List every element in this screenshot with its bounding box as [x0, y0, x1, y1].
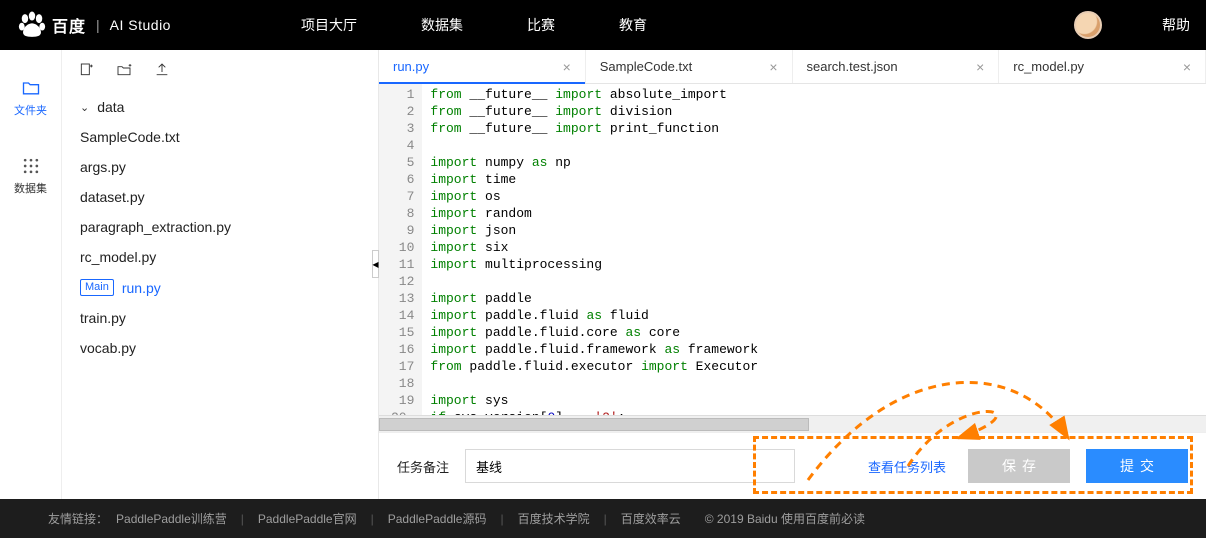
brand-separator: | [96, 17, 100, 33]
view-tasks-link[interactable]: 查看任务列表 [868, 457, 946, 476]
side-rail: 文件夹 数据集 [0, 50, 62, 499]
tree-root-data[interactable]: ⌄ data [62, 92, 378, 122]
logo[interactable]: 百度 | AI Studio [16, 9, 171, 41]
datasets-icon [21, 156, 41, 176]
tab-samplecode[interactable]: SampleCode.txt× [586, 50, 793, 83]
main: 文件夹 数据集 ⌄ data SampleCode.txt args.py da… [0, 50, 1206, 499]
close-icon[interactable]: × [563, 59, 571, 75]
upload-icon[interactable] [154, 62, 170, 78]
friendlinks-label: 友情链接： [48, 510, 108, 527]
copyright: © 2019 Baidu 使用百度前必读 [705, 510, 865, 527]
link-baidu-tech[interactable]: 百度技术学院 [518, 510, 590, 527]
rail-files-label: 文件夹 [0, 102, 61, 118]
nav-item-dataset[interactable]: 数据集 [421, 15, 463, 35]
code[interactable]: from __future__ import absolute_importfr… [422, 84, 1206, 415]
tree-root-label: data [97, 99, 124, 115]
editor: ◀ run.py× SampleCode.txt× search.test.js… [378, 50, 1206, 499]
new-file-icon[interactable] [78, 62, 94, 78]
close-icon[interactable]: × [769, 59, 777, 75]
link-paddle-site[interactable]: PaddlePaddle官网 [258, 510, 357, 527]
brand-text: 百度 [52, 13, 86, 37]
main-badge: Main [80, 279, 114, 296]
nav-item-competition[interactable]: 比赛 [527, 15, 555, 35]
link-paddle-camp[interactable]: PaddlePaddle训练营 [116, 510, 227, 527]
nav-right: 帮助 [1074, 11, 1190, 39]
tree-item-vocab[interactable]: vocab.py [62, 333, 378, 363]
help-link[interactable]: 帮助 [1162, 15, 1190, 35]
rail-datasets[interactable]: 数据集 [0, 148, 61, 204]
code-area[interactable]: 1 2 3 4 5 6 7 8 9 10 11 12 13 14 15 16 1… [379, 84, 1206, 415]
save-button[interactable]: 保存 [968, 449, 1070, 483]
tab-rcmodel[interactable]: rc_model.py× [999, 50, 1206, 83]
brand-sub: AI Studio [110, 17, 171, 33]
nav-item-project[interactable]: 项目大厅 [301, 15, 357, 35]
link-paddle-src[interactable]: PaddlePaddle源码 [388, 510, 487, 527]
tree-item-dataset[interactable]: dataset.py [62, 182, 378, 212]
chevron-down-icon: ⌄ [80, 101, 89, 114]
avatar[interactable] [1074, 11, 1102, 39]
submit-button[interactable]: 提交 [1086, 449, 1188, 483]
tree-item-run[interactable]: Main run.py [62, 272, 378, 303]
tree-item-paragraph[interactable]: paragraph_extraction.py [62, 212, 378, 242]
tabs: run.py× SampleCode.txt× search.test.json… [379, 50, 1206, 84]
tab-search[interactable]: search.test.json× [793, 50, 1000, 83]
collapse-handle[interactable]: ◀ [372, 250, 379, 278]
tree-item-samplecode[interactable]: SampleCode.txt [62, 122, 378, 152]
task-footer: 任务备注 查看任务列表 保存 提交 [379, 432, 1206, 499]
gutter: 1 2 3 4 5 6 7 8 9 10 11 12 13 14 15 16 1… [379, 84, 422, 415]
baidu-paw-icon [16, 9, 48, 41]
close-icon[interactable]: × [976, 59, 984, 75]
close-icon[interactable]: × [1183, 59, 1191, 75]
rail-files[interactable]: 文件夹 [0, 70, 61, 126]
file-tools [62, 58, 378, 86]
nav-items: 项目大厅 数据集 比赛 教育 [301, 15, 647, 35]
new-folder-icon[interactable] [116, 62, 132, 78]
tree-item-rcmodel[interactable]: rc_model.py [62, 242, 378, 272]
tree-item-train[interactable]: train.py [62, 303, 378, 333]
file-panel: ⌄ data SampleCode.txt args.py dataset.py… [62, 50, 378, 499]
note-input[interactable] [465, 449, 795, 483]
file-tree: ⌄ data SampleCode.txt args.py dataset.py… [62, 86, 378, 369]
tab-run[interactable]: run.py× [379, 50, 586, 83]
rail-datasets-label: 数据集 [0, 180, 61, 196]
scrollbar-thumb[interactable] [379, 418, 809, 431]
note-label: 任务备注 [397, 457, 449, 476]
bottom-bar: 友情链接： PaddlePaddle训练营| PaddlePaddle官网| P… [0, 499, 1206, 538]
top-nav: 百度 | AI Studio 项目大厅 数据集 比赛 教育 帮助 [0, 0, 1206, 50]
horizontal-scrollbar[interactable] [379, 415, 1206, 432]
nav-item-education[interactable]: 教育 [619, 15, 647, 35]
link-baidu-xiaolv[interactable]: 百度效率云 [621, 510, 681, 527]
folder-icon [21, 78, 41, 98]
tree-item-args[interactable]: args.py [62, 152, 378, 182]
